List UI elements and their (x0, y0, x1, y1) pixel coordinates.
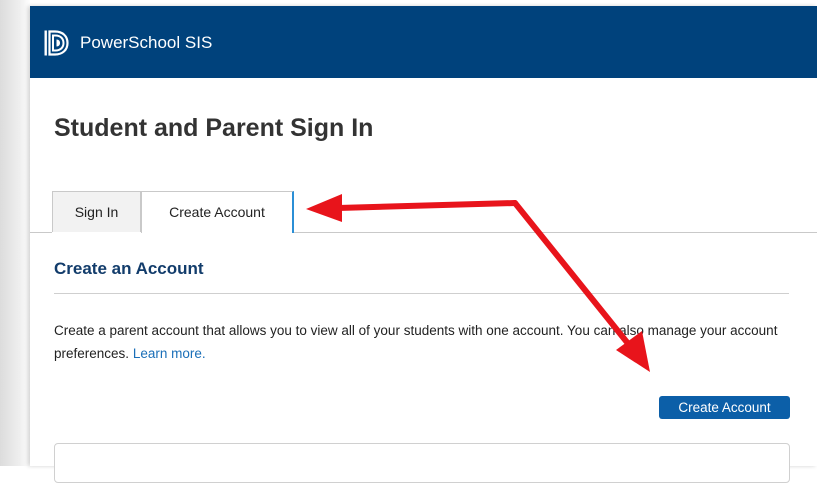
learn-more-link[interactable]: Learn more. (133, 346, 206, 361)
section-description: Create a parent account that allows you … (54, 319, 794, 365)
page-title: Student and Parent Sign In (54, 114, 374, 142)
lower-panel (54, 443, 790, 483)
tab-bar: Sign In Create Account (30, 183, 817, 233)
window-edge-shadow (0, 0, 30, 466)
tab-bar-divider (294, 232, 817, 233)
tab-create-account[interactable]: Create Account (141, 191, 294, 233)
page-container: PowerSchool SIS Student and Parent Sign … (30, 6, 817, 483)
app-header: PowerSchool SIS (30, 6, 817, 78)
brand-name: PowerSchool SIS (80, 33, 213, 52)
powerschool-logo-icon[interactable] (44, 30, 70, 56)
tab-bar-divider (30, 232, 52, 233)
section-heading: Create an Account (54, 259, 204, 278)
screenshot-frame: PowerSchool SIS Student and Parent Sign … (0, 0, 817, 483)
section-divider (54, 293, 789, 294)
tab-sign-in[interactable]: Sign In (52, 191, 141, 232)
create-account-button[interactable]: Create Account (659, 396, 790, 419)
